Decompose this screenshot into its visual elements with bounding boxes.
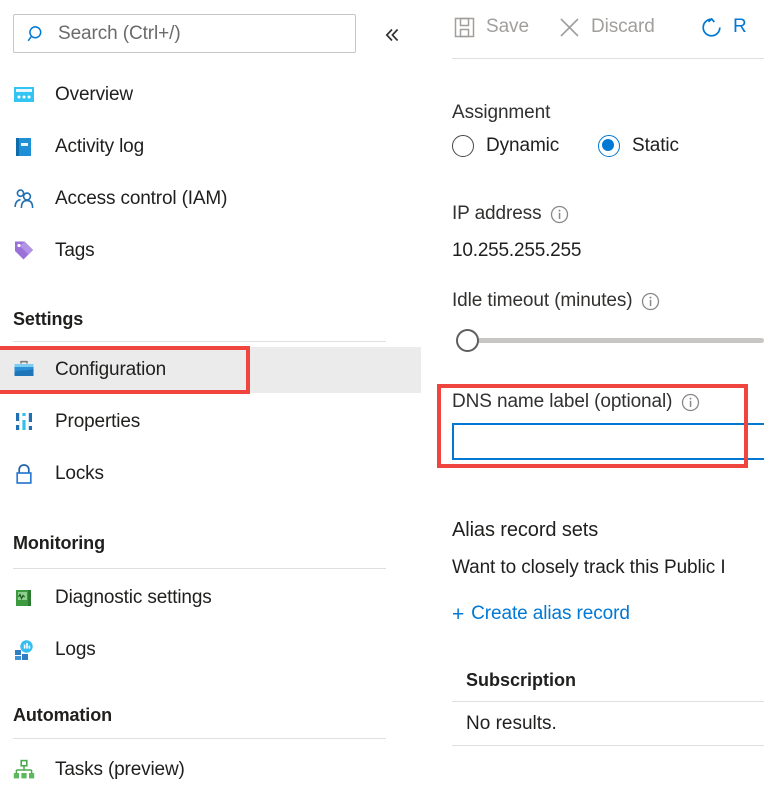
sidebar-item-label: Properties bbox=[55, 411, 141, 432]
ip-address-label-text: IP address bbox=[452, 203, 542, 224]
people-icon bbox=[12, 187, 38, 211]
close-x-icon bbox=[557, 15, 582, 40]
radio-dynamic[interactable] bbox=[452, 135, 474, 157]
sidebar-item-tags[interactable]: Tags bbox=[0, 228, 421, 274]
dns-name-label-input[interactable] bbox=[452, 423, 764, 460]
section-header-settings: Settings bbox=[13, 309, 84, 329]
padlock-icon bbox=[12, 462, 38, 486]
ip-address-label: IP address bbox=[452, 203, 569, 225]
tag-icon bbox=[12, 239, 38, 263]
assignment-dynamic-option[interactable]: Dynamic bbox=[452, 135, 559, 157]
chevron-double-left-icon[interactable] bbox=[378, 21, 406, 49]
sidebar-item-label: Diagnostic settings bbox=[55, 587, 212, 608]
radio-static[interactable] bbox=[598, 135, 620, 157]
sidebar-item-label: Access control (IAM) bbox=[55, 188, 228, 209]
create-alias-record-link[interactable]: + Create alias record bbox=[452, 603, 630, 625]
radio-static-label: Static bbox=[632, 135, 679, 156]
sidebar-item-label: Configuration bbox=[55, 359, 167, 380]
dns-name-label-label: DNS name label (optional) bbox=[452, 391, 700, 413]
sidebar-item-label: Tags bbox=[55, 240, 95, 261]
radio-dynamic-label: Dynamic bbox=[486, 135, 560, 156]
idle-timeout-label-text: Idle timeout (minutes) bbox=[452, 290, 633, 311]
sidebar-item-label: Activity log bbox=[55, 136, 145, 157]
sidebar-item-activity-log[interactable]: Activity log bbox=[0, 124, 421, 170]
alias-record-sets-description: Want to closely track this Public I bbox=[452, 557, 726, 578]
dashboard-window-icon bbox=[12, 83, 38, 107]
sidebar-item-tasks[interactable]: Tasks (preview) bbox=[0, 747, 421, 793]
sliders-icon bbox=[12, 410, 38, 434]
save-label: Save bbox=[486, 16, 529, 37]
dns-name-label-text: DNS name label (optional) bbox=[452, 391, 673, 412]
logs-chart-icon bbox=[12, 638, 38, 662]
section-divider bbox=[13, 738, 386, 739]
slider-track bbox=[466, 338, 764, 343]
command-bar: Save Discard R bbox=[421, 0, 764, 58]
resource-menu-panel: Search (Ctrl+/) Overview Activity log Ac… bbox=[0, 0, 421, 795]
discard-button[interactable]: Discard bbox=[557, 9, 655, 45]
sidebar-item-logs[interactable]: Logs bbox=[0, 627, 421, 673]
table-row: No results. bbox=[452, 702, 764, 746]
save-disk-icon bbox=[452, 15, 477, 40]
section-divider bbox=[13, 341, 386, 342]
idle-timeout-slider[interactable] bbox=[452, 328, 764, 354]
sidebar-item-properties[interactable]: Properties bbox=[0, 399, 421, 445]
assignment-label: Assignment bbox=[452, 102, 551, 123]
info-circle-icon[interactable] bbox=[550, 205, 569, 224]
refresh-icon bbox=[699, 15, 724, 40]
sidebar-item-label: Locks bbox=[55, 463, 104, 484]
command-bar-divider bbox=[452, 58, 764, 59]
sidebar-item-locks[interactable]: Locks bbox=[0, 451, 421, 497]
activity-log-book-icon bbox=[12, 135, 38, 159]
alias-record-sets-title: Alias record sets bbox=[452, 519, 599, 541]
idle-timeout-label: Idle timeout (minutes) bbox=[452, 290, 660, 312]
section-header-automation: Automation bbox=[13, 705, 112, 725]
tasks-hierarchy-icon bbox=[12, 758, 38, 782]
sidebar-item-label: Logs bbox=[55, 639, 96, 660]
search-icon bbox=[27, 24, 47, 44]
sidebar-item-label: Overview bbox=[55, 84, 133, 105]
section-divider bbox=[13, 568, 386, 569]
section-header-monitoring: Monitoring bbox=[13, 533, 105, 553]
diagnostic-book-icon bbox=[12, 586, 38, 610]
sidebar-item-access-control[interactable]: Access control (IAM) bbox=[0, 176, 421, 222]
refresh-button[interactable]: R bbox=[699, 9, 747, 45]
sidebar-item-overview[interactable]: Overview bbox=[0, 72, 421, 118]
sidebar-item-diagnostic-settings[interactable]: Diagnostic settings bbox=[0, 575, 421, 621]
assignment-static-option[interactable]: Static bbox=[598, 135, 679, 157]
subscription-column-header: Subscription bbox=[452, 660, 764, 702]
slider-thumb[interactable] bbox=[456, 329, 479, 352]
subscription-table: Subscription No results. bbox=[452, 660, 764, 746]
refresh-label: R bbox=[733, 16, 747, 37]
ip-address-value: 10.255.255.255 bbox=[452, 240, 582, 261]
discard-label: Discard bbox=[591, 16, 655, 37]
search-row: Search (Ctrl+/) bbox=[0, 14, 421, 56]
create-alias-record-label: Create alias record bbox=[471, 603, 630, 624]
plus-icon: + bbox=[452, 602, 465, 626]
info-circle-icon[interactable] bbox=[641, 292, 660, 311]
search-placeholder-text: Search (Ctrl+/) bbox=[58, 22, 181, 44]
sidebar-item-configuration[interactable]: Configuration bbox=[0, 347, 421, 393]
save-button[interactable]: Save bbox=[452, 9, 529, 45]
sidebar-item-label: Tasks (preview) bbox=[55, 759, 185, 780]
search-input-wrapper[interactable]: Search (Ctrl+/) bbox=[13, 14, 356, 53]
info-circle-icon[interactable] bbox=[681, 393, 700, 412]
toolbox-icon bbox=[12, 358, 38, 382]
